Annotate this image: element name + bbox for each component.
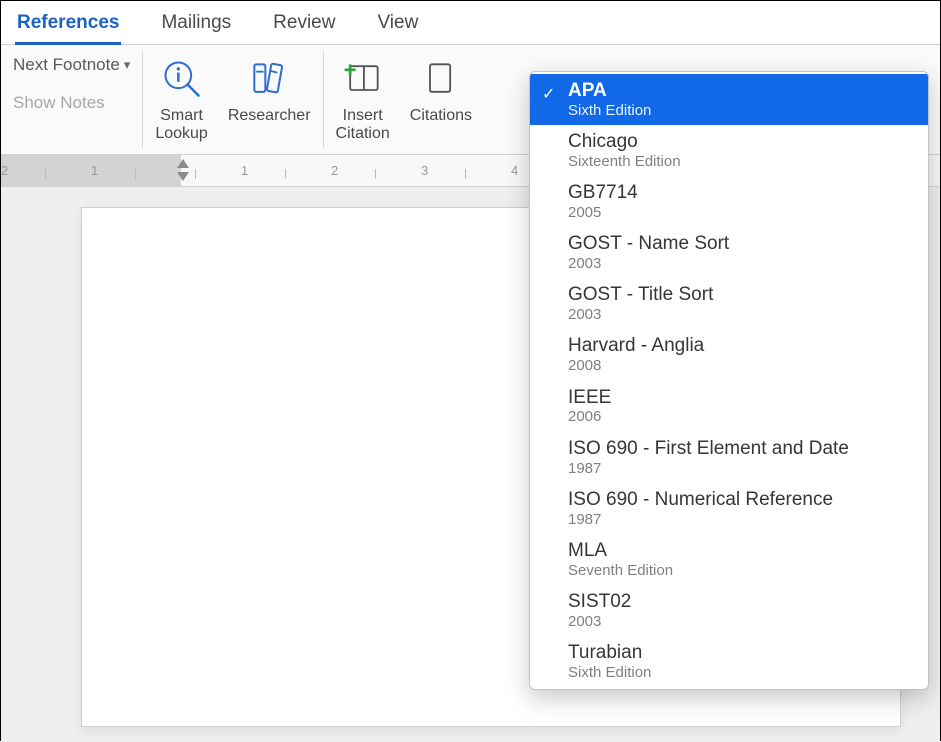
ruler-tick: 2 [1, 163, 8, 178]
smart-lookup-button[interactable]: Smart Lookup [155, 53, 208, 144]
ruler-tick: 1 [91, 163, 98, 178]
citations-button[interactable]: Citations [410, 53, 472, 125]
researcher-button[interactable]: Researcher [228, 53, 311, 125]
citation-style-option[interactable]: ✓ APASixth Edition [530, 74, 928, 125]
citation-style-edition: 2005 [568, 204, 914, 221]
smart-lookup-label: Smart Lookup [155, 107, 208, 144]
tab-view[interactable]: View [375, 4, 420, 42]
citation-style-option[interactable]: ✓ISO 690 - First Element and Date1987 [530, 432, 928, 483]
ruler-tick: 1 [241, 163, 248, 178]
citation-style-name: APA [568, 80, 914, 102]
citation-style-name: SIST02 [568, 591, 914, 613]
citation-style-edition: 2008 [568, 357, 914, 374]
tab-references[interactable]: References [15, 4, 121, 45]
citation-style-option[interactable]: ✓GB77142005 [530, 176, 928, 227]
citation-style-option[interactable]: ✓SIST022003 [530, 585, 928, 636]
citation-style-name: ISO 690 - First Element and Date [568, 438, 914, 460]
ruler-tick: 2 [331, 163, 338, 178]
citation-style-edition: Seventh Edition [568, 562, 914, 579]
citation-style-edition: 1987 [568, 511, 914, 528]
tab-review[interactable]: Review [271, 4, 337, 42]
ruler-tick: 3 [421, 163, 428, 178]
citation-style-edition: 2003 [568, 613, 914, 630]
checkmark-icon: ✓ [542, 84, 555, 104]
citation-style-option[interactable]: ✓Harvard - Anglia2008 [530, 329, 928, 380]
citation-style-name: GOST - Title Sort [568, 284, 914, 306]
citation-style-edition: 1987 [568, 460, 914, 477]
next-footnote-label: Next Footnote [13, 55, 120, 75]
citation-style-option[interactable]: ✓GOST - Title Sort2003 [530, 278, 928, 329]
ruler-tick: 4 [511, 163, 518, 178]
citation-style-edition: Sixth Edition [568, 664, 914, 681]
citation-style-option[interactable]: ✓TurabianSixth Edition [530, 636, 928, 687]
tab-mailings[interactable]: Mailings [159, 4, 233, 42]
citation-style-name: Chicago [568, 131, 914, 153]
citation-style-edition: 2003 [568, 306, 914, 323]
group-citations: Insert Citation Citations [324, 51, 485, 148]
citation-style-option[interactable]: ✓ChicagoSixteenth Edition [530, 125, 928, 176]
citation-style-edition: Sixteenth Edition [568, 153, 914, 170]
citation-style-name: GB7714 [568, 182, 914, 204]
show-notes-button[interactable]: Show Notes [13, 93, 130, 113]
insert-citation-label: Insert Citation [336, 107, 390, 144]
ribbon-tabs: References Mailings Review View [1, 1, 940, 45]
citation-style-option[interactable]: ✓MLASeventh Edition [530, 534, 928, 585]
insert-citation-button[interactable]: Insert Citation [336, 53, 390, 144]
citation-style-option[interactable]: ✓GOST - Name Sort2003 [530, 227, 928, 278]
citation-style-name: Turabian [568, 642, 914, 664]
citation-style-name: MLA [568, 540, 914, 562]
citation-style-name: GOST - Name Sort [568, 233, 914, 255]
group-footnotes: Next Footnote ▾ Show Notes [1, 51, 143, 148]
group-research: Smart Lookup Researcher [143, 51, 323, 148]
citation-style-option[interactable]: ✓ISO 690 - Numerical Reference1987 [530, 483, 928, 534]
show-notes-label: Show Notes [13, 93, 105, 113]
magnifier-info-icon [158, 55, 206, 103]
books-icon [245, 55, 293, 103]
citation-style-edition: 2006 [568, 408, 914, 425]
citation-style-name: ISO 690 - Numerical Reference [568, 489, 914, 511]
citation-style-dropdown[interactable]: ✓APASixth Edition✓ChicagoSixteenth Editi… [529, 71, 929, 690]
citation-style-name: Harvard - Anglia [568, 335, 914, 357]
citation-style-name: IEEE [568, 387, 914, 409]
citation-style-edition: Sixth Edition [568, 102, 914, 119]
citations-label: Citations [410, 107, 472, 125]
chevron-down-icon: ▾ [124, 57, 131, 73]
citation-style-option[interactable]: ✓IEEE2006 [530, 381, 928, 432]
insert-citation-icon [339, 55, 387, 103]
next-footnote-dropdown[interactable]: Next Footnote ▾ [13, 55, 130, 75]
researcher-label: Researcher [228, 107, 311, 125]
citation-style-edition: 2003 [568, 255, 914, 272]
citations-pane-icon [417, 55, 465, 103]
